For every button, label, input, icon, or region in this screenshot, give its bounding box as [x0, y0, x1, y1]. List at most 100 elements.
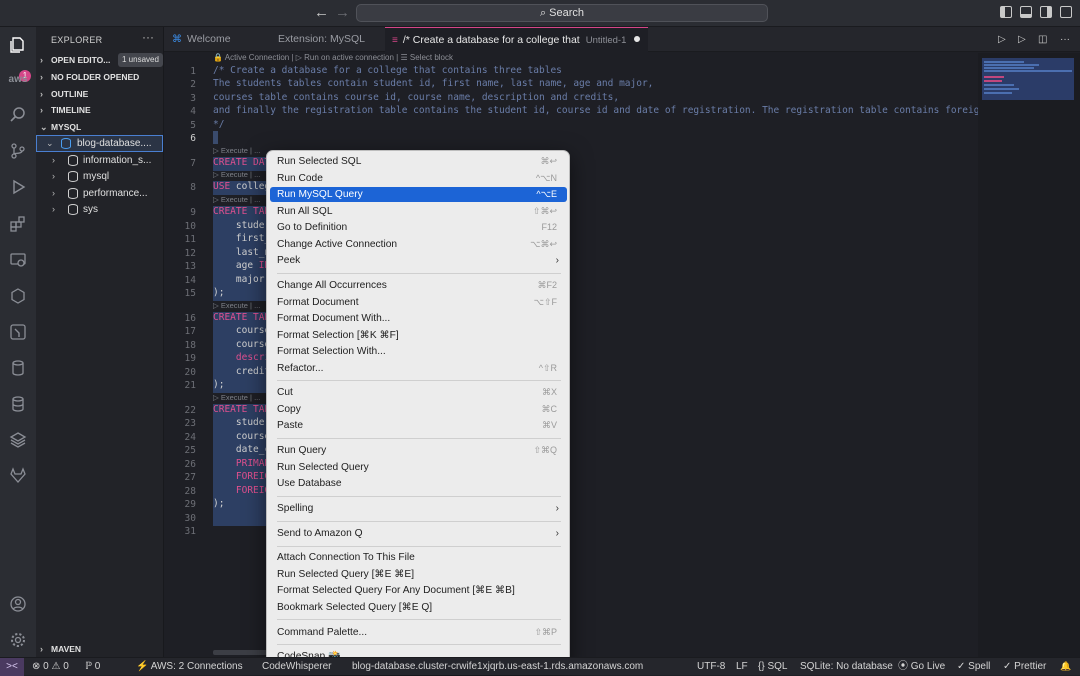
prettier-status[interactable]: ✓ Prettier	[1003, 658, 1046, 675]
more-actions-icon[interactable]: ···	[1060, 34, 1070, 45]
section-maven[interactable]: › MAVEN	[36, 641, 164, 657]
encoding-status[interactable]: UTF-8	[697, 658, 725, 675]
mysql-icon[interactable]	[8, 322, 28, 342]
tree-item-information-schema[interactable]: › information_s...	[52, 152, 163, 169]
toggle-secondary-sidebar-icon[interactable]	[1040, 6, 1052, 18]
settings-gear-icon[interactable]	[8, 630, 28, 650]
codewhisperer-status[interactable]: CodeWhisperer	[262, 658, 331, 675]
split-editor-icon[interactable]: ◫	[1038, 34, 1047, 45]
menu-item-format-selection[interactable]: Format Selection [⌘K ⌘F]	[270, 328, 567, 343]
gitlab-icon[interactable]	[8, 466, 28, 486]
menu-item-label: Refactor...	[277, 363, 324, 374]
tree-item-performance[interactable]: › performance...	[52, 185, 163, 202]
unsaved-dot-icon[interactable]	[634, 36, 641, 42]
extensions-icon[interactable]	[8, 214, 28, 234]
section-no-folder[interactable]: › NO FOLDER OPENED	[36, 69, 164, 85]
execute-codelens[interactable]: ▷ Execute | ...	[213, 195, 260, 204]
command-center-search[interactable]: ⌕ Search	[356, 4, 768, 22]
notifications-bell-icon[interactable]: 🔔	[1060, 658, 1071, 675]
menu-item-peek[interactable]: Peek ›	[270, 253, 567, 268]
line-number: 28	[184, 486, 196, 497]
menu-item-format-selection-with[interactable]: Format Selection With...	[270, 344, 567, 359]
menu-item-label: Run Code	[277, 173, 323, 184]
forward-arrow-icon[interactable]: →	[335, 4, 350, 21]
run-debug-icon[interactable]	[8, 177, 28, 197]
menu-item-run-selected-query[interactable]: Run Selected Query	[270, 460, 567, 475]
menu-item-run-all-sql[interactable]: Run All SQL ⇧⌘↩	[270, 204, 567, 219]
toggle-panel-icon[interactable]	[1020, 6, 1032, 18]
remote-indicator-icon[interactable]: ><	[0, 658, 24, 676]
aws-icon[interactable]: aws	[8, 69, 28, 89]
menu-item-use-database[interactable]: Use Database	[270, 476, 567, 491]
menu-item-copy[interactable]: Copy ⌘C	[270, 402, 567, 417]
go-live-button[interactable]: ⦿ Go Live	[898, 658, 945, 675]
menu-item-run-mysql-query[interactable]: Run MySQL Query ^⌥E	[270, 187, 567, 202]
menu-item-run-selected-sql[interactable]: Run Selected SQL ⌘↩	[270, 154, 567, 169]
codelens-actions[interactable]: 🔒 Active Connection | ▷ Run on active co…	[213, 53, 453, 62]
execute-codelens[interactable]: ▷ Execute | ...	[213, 170, 260, 179]
problems-indicator[interactable]: ⊗ 0 ⚠ 0	[32, 658, 69, 675]
section-timeline[interactable]: › TIMELINE	[36, 102, 164, 118]
menu-item-send-to-amazon-q[interactable]: Send to Amazon Q ›	[270, 526, 567, 541]
customize-layout-icon[interactable]	[1060, 6, 1072, 18]
db-host-status[interactable]: blog-database.cluster-crwife1xjqrb.us-ea…	[352, 658, 643, 675]
eol-status[interactable]: LF	[736, 658, 748, 675]
menu-item-refactor[interactable]: Refactor... ^⇧R	[270, 361, 567, 376]
language-mode[interactable]: {} SQL	[758, 658, 787, 675]
source-control-icon[interactable]	[8, 141, 28, 161]
tree-item-connection[interactable]: ⌄ blog-database....	[46, 135, 163, 152]
run-icon[interactable]: ▷	[998, 34, 1006, 45]
menu-shortcut: ⌘F2	[537, 280, 557, 290]
code-line: */	[213, 119, 225, 130]
layers-icon[interactable]	[8, 430, 28, 450]
menu-item-command-palette[interactable]: Command Palette... ⇧⌘P	[270, 625, 567, 640]
toggle-primary-sidebar-icon[interactable]	[1000, 6, 1012, 18]
section-open-editors[interactable]: › OPEN EDITO... 1 unsaved	[36, 52, 164, 68]
menu-item-run-selected-query-shortcut[interactable]: Run Selected Query [⌘E ⌘E]	[270, 567, 567, 582]
sqlite-status[interactable]: SQLite: No database	[800, 658, 893, 675]
menu-item-bookmark-selected-query[interactable]: Bookmark Selected Query [⌘E Q]	[270, 600, 567, 615]
execute-codelens[interactable]: ▷ Execute | ...	[213, 301, 260, 310]
menu-shortcut: ⇧⌘↩	[532, 206, 557, 216]
execute-codelens[interactable]: ▷ Execute | ...	[213, 393, 260, 402]
tab-welcome[interactable]: ⌘ Welcome	[164, 27, 270, 52]
menu-item-go-to-definition[interactable]: Go to Definition F12	[270, 220, 567, 235]
spell-status[interactable]: ✓ Spell	[957, 658, 990, 675]
account-icon[interactable]	[8, 594, 28, 614]
search-icon[interactable]	[8, 105, 28, 125]
tree-item-mysql[interactable]: › mysql	[52, 168, 163, 185]
line-number: 1	[190, 66, 196, 77]
ports-indicator[interactable]: ℙ 0	[85, 658, 100, 675]
run-code-icon[interactable]: ▷	[1018, 34, 1026, 45]
menu-item-cut[interactable]: Cut ⌘X	[270, 385, 567, 400]
section-outline[interactable]: › OUTLINE	[36, 86, 164, 102]
explorer-icon[interactable]	[8, 35, 28, 55]
testing-icon[interactable]	[8, 286, 28, 306]
menu-item-format-selected-query[interactable]: Format Selected Query For Any Document […	[270, 583, 567, 598]
menu-item-label: Format Document	[277, 297, 359, 308]
menu-item-change-active-connection[interactable]: Change Active Connection ⌥⌘↩	[270, 237, 567, 252]
more-actions-icon[interactable]: ···	[142, 30, 154, 44]
minimap[interactable]	[978, 53, 1080, 658]
back-arrow-icon[interactable]: ←	[314, 4, 329, 21]
menu-item-spelling[interactable]: Spelling ›	[270, 501, 567, 516]
tab-untitled-sql[interactable]: ≡ /* Create a database for a college that…	[385, 27, 648, 52]
code-line: The students tables contain student id, …	[213, 78, 654, 89]
menu-item-run-code[interactable]: Run Code ^⌥N	[270, 171, 567, 186]
menu-item-format-document[interactable]: Format Document ⌥⇧F	[270, 295, 567, 310]
menu-item-paste[interactable]: Paste ⌘V	[270, 418, 567, 433]
section-mysql[interactable]: ⌄ MYSQL	[36, 119, 164, 135]
menu-item-attach-connection[interactable]: Attach Connection To This File	[270, 550, 567, 565]
tab-extension-mysql[interactable]: Extension: MySQL	[270, 27, 390, 52]
database-icon[interactable]	[8, 358, 28, 378]
menu-item-run-query[interactable]: Run Query ⇧⌘Q	[270, 443, 567, 458]
remote-explorer-icon[interactable]	[8, 250, 28, 270]
execute-codelens[interactable]: ▷ Execute | ...	[213, 146, 260, 155]
menu-item-label: Paste	[277, 420, 304, 431]
menu-item-change-all-occurrences[interactable]: Change All Occurrences ⌘F2	[270, 278, 567, 293]
tree-item-sys[interactable]: › sys	[52, 201, 163, 218]
aws-connections[interactable]: ⚡ AWS: 2 Connections	[136, 658, 243, 675]
menu-item-format-document-with[interactable]: Format Document With...	[270, 311, 567, 326]
database-stack-icon[interactable]	[8, 394, 28, 414]
menu-shortcut: ⌥⇧F	[533, 297, 557, 307]
